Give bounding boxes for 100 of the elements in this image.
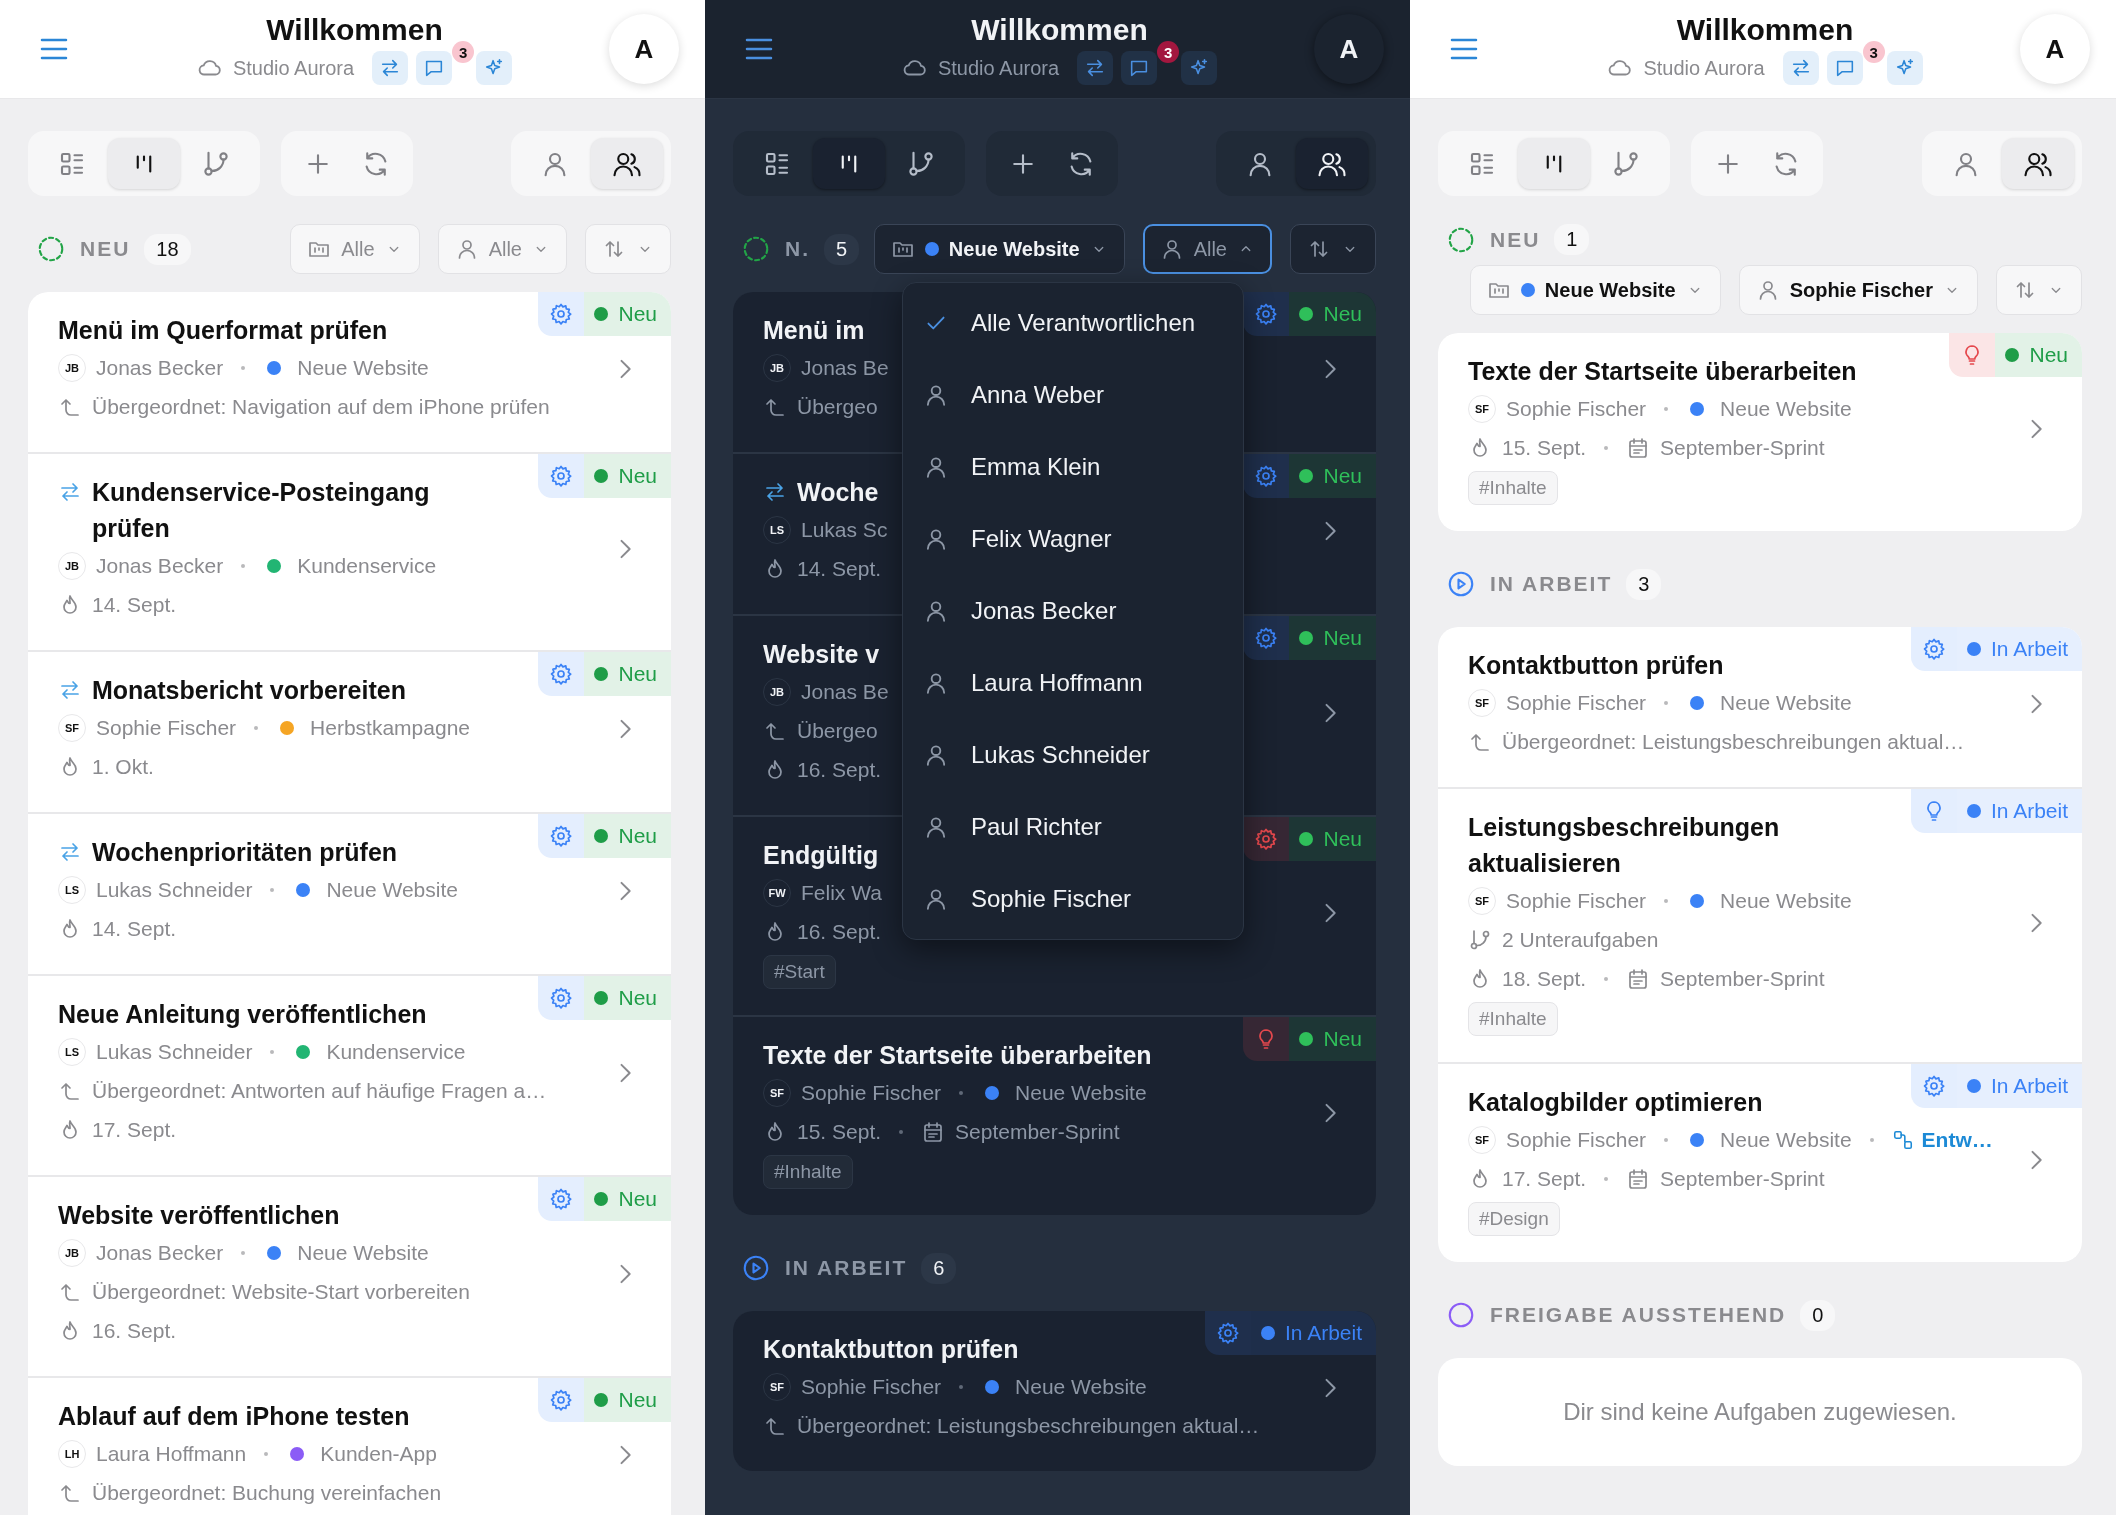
project-name: Neue Website	[1720, 690, 1852, 715]
page-title: Willkommen	[1676, 13, 1854, 47]
status-badge: Neu	[584, 976, 671, 1020]
tag: #Design	[1468, 1202, 1560, 1236]
due-date: 14. Sept.	[92, 592, 177, 617]
tag: #Inhalte	[1468, 471, 1558, 505]
assignee-name: Sophie Fischer	[1506, 690, 1647, 715]
task-title: Menü im Querformat prüfen	[58, 315, 388, 346]
project-name: Neue Website	[1015, 1080, 1147, 1105]
parent-task: Übergeo	[797, 718, 878, 743]
task-count: 0	[1800, 1299, 1836, 1331]
due-date: 1. Okt.	[92, 754, 154, 779]
assignee-name: Laura Hoffmann	[96, 1441, 247, 1466]
task-title: Leistungsbeschreibungen aktualisieren	[1468, 812, 1781, 879]
task-count: 3	[1626, 568, 1662, 600]
page-title: Willkommen	[266, 13, 443, 47]
parent-task: Übergeordnet: Buchung vereinfachen	[92, 1480, 442, 1505]
project-name: Kunden-App	[320, 1441, 437, 1466]
section-title: IN ARBEIT	[1490, 572, 1613, 596]
project-name: Neue Website	[1015, 1374, 1147, 1399]
assignee-name: Felix Wa	[801, 880, 882, 905]
due-date: 15. Sept.	[1502, 435, 1587, 460]
task-title: Woche	[797, 477, 879, 508]
task-count: 1	[1554, 224, 1590, 255]
due-date: 14. Sept.	[797, 556, 882, 581]
due-date: 17. Sept.	[1502, 1166, 1587, 1191]
status-badge: Neu	[584, 652, 671, 696]
task-title: Katalogbilder optimieren	[1468, 1087, 1763, 1118]
status-badge: Neu	[1289, 817, 1376, 861]
assignee-name: Sophie Fischer	[1506, 888, 1647, 913]
status-badge: Neu	[584, 814, 671, 858]
notification-badge: 3	[1157, 41, 1180, 63]
sprint-name: September-Sprint	[1660, 1166, 1825, 1191]
workspace-name: Studio Aurora	[1643, 56, 1765, 80]
section-title: FREIGABE AUSSTEHEND	[1490, 1303, 1787, 1327]
project-name: Neue Website	[326, 877, 458, 902]
task-title: Monatsbericht vorbereiten	[92, 675, 406, 706]
parent-task: Übergeordnet: Antworten auf häufige Fragen a…	[92, 1078, 547, 1103]
empty-message: Dir sind keine Aufgaben zugewiesen.	[1438, 1358, 2082, 1466]
task-title: Wochenprioritäten prüfen	[92, 837, 398, 868]
project-name: Neue Website	[297, 1240, 429, 1265]
due-date: 16. Sept.	[92, 1318, 177, 1343]
section-title: NEU	[1490, 227, 1541, 252]
project-name: Neue Website	[297, 355, 429, 380]
notification-badge: 3	[452, 41, 475, 63]
task-title: Texte der Startseite überarbeiten	[1468, 356, 1857, 387]
parent-task: Übergeordnet: Leistungsbeschreibungen aktual…	[797, 1413, 1260, 1438]
status-badge: Neu	[1289, 616, 1376, 660]
task-title: Kontaktbutton prüfen	[763, 1334, 1019, 1365]
task-title: Ablauf auf dem iPhone testen	[58, 1401, 410, 1432]
parent-task: Übergeordnet: Leistungsbeschreibungen aktual…	[1502, 729, 1965, 754]
task-count: 5	[824, 233, 860, 265]
sprint-name: September-Sprint	[955, 1119, 1120, 1144]
notification-badge: 3	[1862, 41, 1885, 63]
task-title: Menü im	[763, 315, 865, 346]
status-badge: Neu	[1995, 333, 2082, 377]
due-date: 16. Sept.	[797, 919, 882, 944]
status-badge: Neu	[1289, 454, 1376, 498]
task-title: Website veröffentlichen	[58, 1200, 340, 1231]
subtask-count: 2 Unteraufgaben	[1502, 927, 1659, 952]
parent-task: Übergeordnet: Navigation auf dem iPhone prüfen	[92, 394, 550, 419]
due-date: 15. Sept.	[797, 1119, 882, 1144]
due-date: 16. Sept.	[797, 757, 882, 782]
task-title: Website v	[763, 639, 880, 670]
workspace-name: Studio Aurora	[937, 56, 1060, 80]
workspace-name: Studio Aurora	[232, 56, 355, 80]
status-badge: In Arbeit	[1250, 1311, 1376, 1355]
task-count: 18	[144, 233, 191, 265]
tag: #Start	[763, 955, 836, 989]
assignee-name: Jonas Be	[801, 355, 889, 380]
tag: #Inhalte	[763, 1155, 853, 1189]
due-date: 17. Sept.	[92, 1117, 177, 1142]
assignee-name: Sophie Fischer	[1506, 1127, 1647, 1152]
project-name: Neue Website	[1720, 396, 1852, 421]
project-name: Kundenservice	[297, 553, 437, 578]
assignee-name: Lukas Sc	[801, 517, 888, 542]
section-title: N.	[785, 237, 810, 261]
task-title: Texte der Startseite überarbeiten	[763, 1040, 1152, 1071]
task-title: Endgültig	[763, 840, 879, 871]
status-badge: Neu	[584, 1177, 671, 1221]
task-title: Neue Anleitung veröffentlichen	[58, 999, 427, 1030]
assignee-name: Sophie Fischer	[1506, 396, 1647, 421]
project-name: Neue Website	[1720, 888, 1852, 913]
parent-task: Übergeordnet: Website-Start vorbereiten	[92, 1279, 470, 1304]
section-title: IN ARBEIT	[785, 1256, 908, 1280]
project-name: Neue Website	[1720, 1127, 1852, 1152]
status-badge: Neu	[1289, 1017, 1376, 1061]
status-badge: Neu	[584, 454, 671, 498]
sprint-name: September-Sprint	[1660, 435, 1825, 460]
status-badge: Neu	[584, 1378, 671, 1422]
section-title: NEU	[80, 237, 131, 261]
task-count: 6	[921, 1252, 957, 1284]
status-badge: Neu	[584, 292, 671, 336]
assignee-name: Jonas Becker	[96, 553, 224, 578]
due-date: 14. Sept.	[92, 916, 177, 941]
assignee-name: Jonas Becker	[96, 1240, 224, 1265]
project-name: Herbstkampagne	[310, 715, 470, 740]
tag: #Inhalte	[1468, 1002, 1558, 1036]
assignee-name: Sophie Fischer	[96, 715, 237, 740]
project-name: Kundenservice	[326, 1039, 466, 1064]
